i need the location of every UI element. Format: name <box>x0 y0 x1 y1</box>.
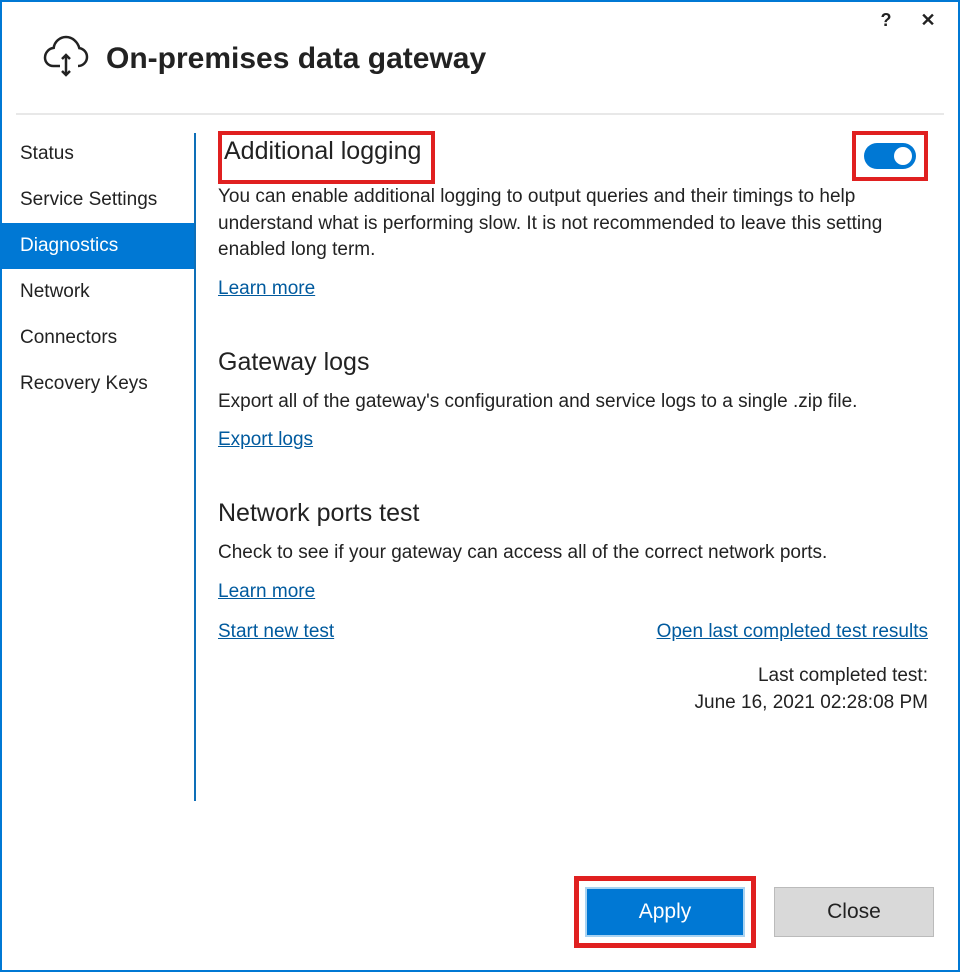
footer: Apply Close <box>574 876 934 948</box>
close-icon[interactable]: ✕ <box>916 10 940 31</box>
page-title: On-premises data gateway <box>106 42 486 76</box>
highlight-additional-logging-title: Additional logging <box>218 131 435 184</box>
close-button[interactable]: Close <box>774 887 934 937</box>
additional-logging-toggle[interactable] <box>864 143 916 169</box>
sidebar-item-status[interactable]: Status <box>2 131 194 177</box>
last-test-time: June 16, 2021 02:28:08 PM <box>218 690 928 717</box>
sidebar-item-label: Service Settings <box>20 189 157 210</box>
last-test-label: Last completed test: <box>218 663 928 690</box>
sidebar-item-label: Connectors <box>20 327 117 348</box>
header: On-premises data gateway <box>2 32 958 113</box>
sidebar-item-label: Diagnostics <box>20 235 118 256</box>
learn-more-link[interactable]: Learn more <box>218 581 315 603</box>
section-title: Gateway logs <box>218 348 928 377</box>
last-test-info: Last completed test: June 16, 2021 02:28… <box>218 663 928 716</box>
section-gateway-logs: Gateway logs Export all of the gateway's… <box>218 348 928 452</box>
app-window: ? ✕ On-premises data gateway Status Serv… <box>0 0 960 972</box>
section-title: Network ports test <box>218 499 928 528</box>
sidebar-item-label: Network <box>20 281 90 302</box>
sidebar-item-label: Status <box>20 143 74 164</box>
section-additional-logging: Additional logging You can enable additi… <box>218 131 928 300</box>
sidebar-item-connectors[interactable]: Connectors <box>2 315 194 361</box>
section-description: Check to see if your gateway can access … <box>218 540 928 567</box>
cloud-gateway-icon <box>42 32 106 85</box>
sidebar-item-recovery-keys[interactable]: Recovery Keys <box>2 361 194 407</box>
help-icon[interactable]: ? <box>874 10 898 31</box>
section-description: Export all of the gateway's configuratio… <box>218 389 928 416</box>
content: Additional logging You can enable additi… <box>196 127 958 801</box>
highlight-apply-button: Apply <box>574 876 756 948</box>
sidebar-item-diagnostics[interactable]: Diagnostics <box>2 223 194 269</box>
apply-button[interactable]: Apply <box>585 887 745 937</box>
open-results-link[interactable]: Open last completed test results <box>657 621 928 643</box>
sidebar-item-label: Recovery Keys <box>20 373 148 394</box>
section-network-ports: Network ports test Check to see if your … <box>218 499 928 716</box>
sidebar: Status Service Settings Diagnostics Netw… <box>2 127 194 801</box>
export-logs-link[interactable]: Export logs <box>218 429 313 451</box>
start-new-test-link[interactable]: Start new test <box>218 621 334 643</box>
learn-more-link[interactable]: Learn more <box>218 278 315 300</box>
sidebar-item-service-settings[interactable]: Service Settings <box>2 177 194 223</box>
highlight-additional-logging-toggle <box>852 131 928 181</box>
body: Status Service Settings Diagnostics Netw… <box>2 115 958 801</box>
section-title: Additional logging <box>224 137 421 166</box>
section-description: You can enable additional logging to out… <box>218 184 928 264</box>
sidebar-item-network[interactable]: Network <box>2 269 194 315</box>
